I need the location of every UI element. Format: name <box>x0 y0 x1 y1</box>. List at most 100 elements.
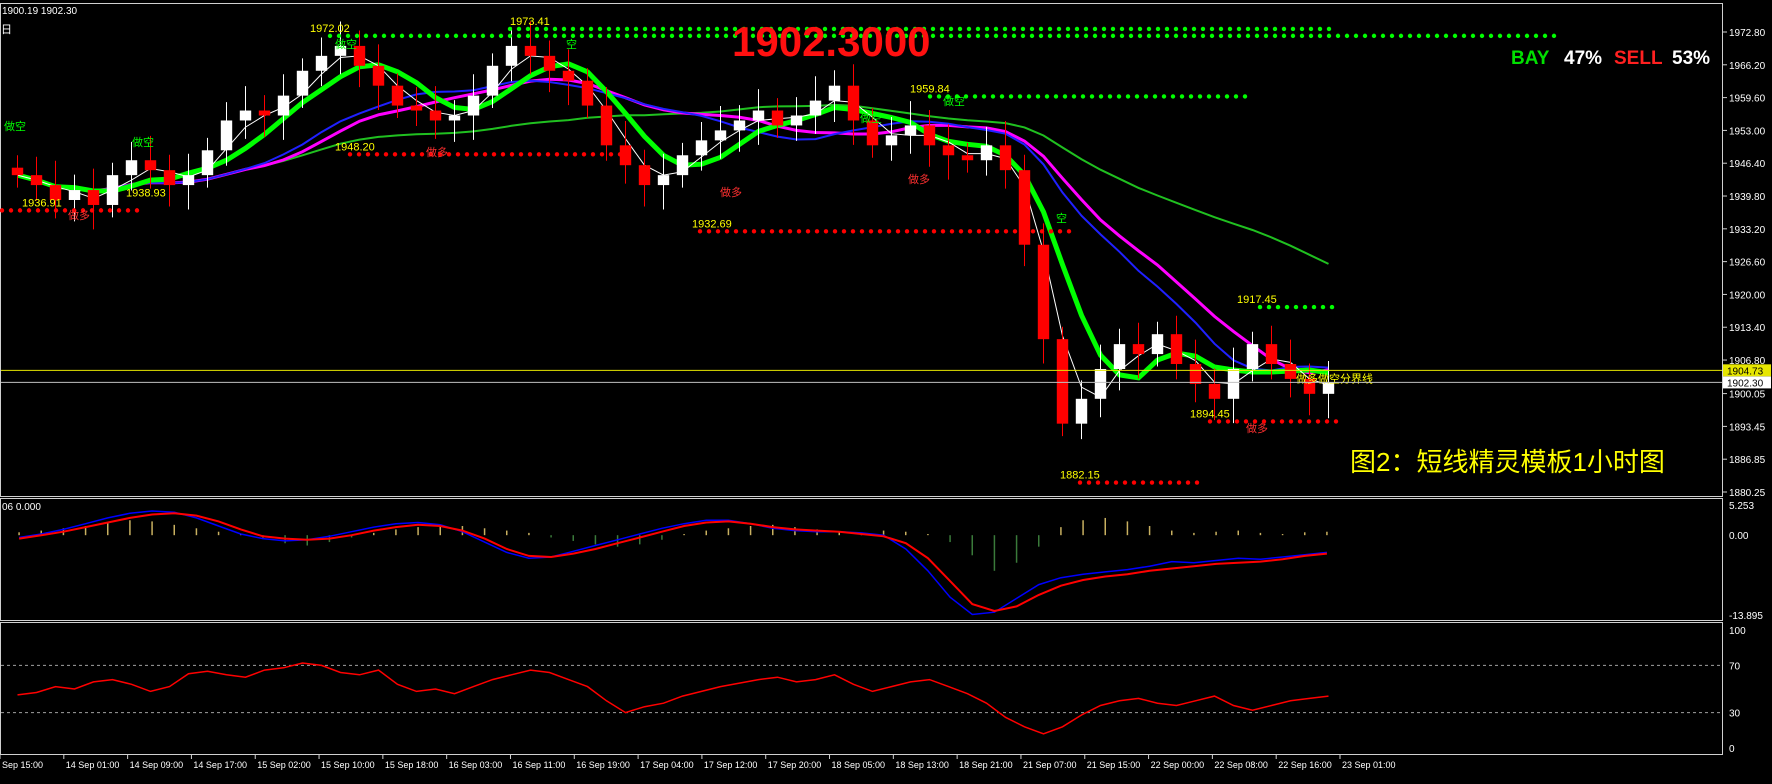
support-dot <box>814 229 820 234</box>
signal-word: 做多 <box>68 208 90 222</box>
price-tick-label: 1946.40 <box>1729 159 1766 170</box>
resistance-dot <box>408 33 414 39</box>
resistance-dot <box>1329 304 1335 310</box>
support-dot <box>994 229 1000 234</box>
candle-body <box>1170 334 1183 365</box>
resistance-dot <box>660 26 666 32</box>
resistance-dot <box>1152 94 1158 99</box>
price-annotation-label: 1972.02 <box>310 23 350 35</box>
resistance-dot <box>1083 33 1089 39</box>
candle-body <box>961 155 974 161</box>
candle-body <box>695 140 708 156</box>
price-tick-label: 1893.45 <box>1729 422 1766 433</box>
macd-tick-label: 0.00 <box>1729 531 1749 542</box>
support-dot <box>608 152 614 157</box>
resistance-dot <box>957 26 963 32</box>
candle-body <box>30 175 43 186</box>
candle-body <box>106 175 119 205</box>
resistance-dot <box>939 26 945 32</box>
support-dot <box>473 152 479 157</box>
candle-body <box>1284 364 1297 379</box>
candle-body <box>752 110 765 121</box>
signal-word: 做空 <box>132 135 154 149</box>
resistance-dot <box>972 94 978 99</box>
time-tick-label: 15 Sep 18:00 <box>385 760 439 770</box>
resistance-dot <box>1164 26 1170 32</box>
support-dot <box>985 229 991 234</box>
support-dot <box>796 229 802 234</box>
candle-body <box>467 95 480 116</box>
candle-body <box>1151 334 1164 355</box>
resistance-dot <box>1038 33 1044 39</box>
support-dot <box>134 208 140 213</box>
resistance-dot <box>354 33 360 39</box>
support-dot <box>1039 229 1045 234</box>
boundary-label: 做多做空分界线 <box>1296 371 1373 385</box>
resistance-dot <box>579 26 585 32</box>
support-dot <box>913 229 919 234</box>
support-dot <box>581 152 587 157</box>
candle-body <box>733 120 746 131</box>
resistance-dot <box>1443 33 1449 39</box>
time-tick-label: 21 Sep 15:00 <box>1087 760 1141 770</box>
resistance-dot <box>957 33 963 39</box>
support-dot <box>1066 229 1072 234</box>
price-annotation-label: 1938.93 <box>126 187 166 199</box>
resistance-dot <box>1092 26 1098 32</box>
resistance-dot <box>723 26 729 32</box>
support-dot <box>1113 480 1119 485</box>
resistance-dot <box>651 26 657 32</box>
resistance-dot <box>723 33 729 39</box>
candle-body <box>999 145 1012 171</box>
time-tick-label: 15 Sep 10:00 <box>321 760 375 770</box>
resistance-dot <box>1110 33 1116 39</box>
signal-word: 做多 <box>426 145 448 159</box>
resistance-dot <box>1188 94 1194 99</box>
resistance-dot <box>480 33 486 39</box>
resistance-dot <box>471 33 477 39</box>
support-dot <box>823 229 829 234</box>
symbol-info: 1900.19 1902.30 <box>2 6 78 17</box>
resistance-dot <box>588 26 594 32</box>
support-dot <box>931 229 937 234</box>
resistance-dot <box>570 26 576 32</box>
support-dot <box>392 152 398 157</box>
support-dot <box>62 208 68 213</box>
support-dot <box>464 152 470 157</box>
resistance-dot <box>1065 26 1071 32</box>
support-dot <box>563 152 569 157</box>
resistance-dot <box>1434 33 1440 39</box>
resistance-dot <box>1008 94 1014 99</box>
trading-chart: 1972.02 1973.41 1959.84 1948.20 1936.91 1938.… <box>0 0 1772 779</box>
support-dot <box>976 229 982 234</box>
resistance-dot <box>1311 304 1317 310</box>
support-dot <box>949 229 955 234</box>
support-dot <box>1104 480 1110 485</box>
support-dot <box>1176 480 1182 485</box>
support-dot <box>518 152 524 157</box>
candle-body <box>125 160 138 176</box>
candle-body <box>486 65 499 96</box>
candle-body <box>847 85 860 121</box>
support-dot <box>805 229 811 234</box>
resistance-dot <box>633 26 639 32</box>
candle-body <box>277 95 290 116</box>
resistance-dot <box>588 33 594 39</box>
resistance-dot <box>615 26 621 32</box>
resistance-dot <box>381 33 387 39</box>
candle-body <box>1113 344 1126 369</box>
support-dot <box>1048 229 1054 234</box>
time-tick-label: 17 Sep 04:00 <box>640 760 694 770</box>
resistance-dot <box>1119 33 1125 39</box>
price-annotation-label: 1882.15 <box>1060 470 1100 482</box>
resistance-dot <box>1302 304 1308 310</box>
resistance-dot <box>1416 33 1422 39</box>
resistance-dot <box>552 26 558 32</box>
support-dot <box>787 229 793 234</box>
candle-body <box>505 45 518 66</box>
candle-body <box>182 175 195 186</box>
resistance-dot <box>975 33 981 39</box>
resistance-dot <box>999 94 1005 99</box>
resistance-dot <box>1308 26 1314 32</box>
candle-body <box>1208 383 1221 399</box>
